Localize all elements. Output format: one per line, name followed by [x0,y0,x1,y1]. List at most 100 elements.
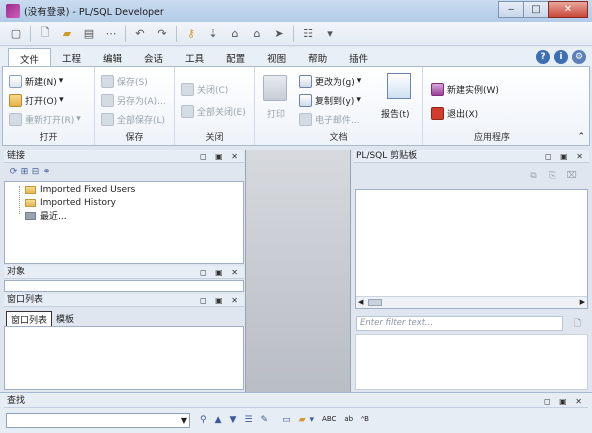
change-to-icon [299,74,312,88]
pane-controls[interactable]: ◻ ▣ ✕ [545,150,586,163]
save-all-icon [101,112,114,126]
highlight-icon[interactable]: ✎ [261,415,269,425]
tree-item[interactable]: Imported History [25,196,116,209]
tab-templates[interactable]: 模板 [52,311,78,327]
save-group-label: 保存 [125,133,144,143]
print-button[interactable]: 打印 [261,105,291,121]
copy-to-icon [299,93,312,107]
commit-icon[interactable]: ⌂ [249,26,265,42]
recent-icon [25,211,36,220]
tab-tools[interactable]: 工具 [174,48,215,67]
customize-toolbar-icon[interactable]: ▾ [322,26,338,42]
chevron-down-icon: ▼ [180,416,187,425]
pane-controls[interactable]: ◻ ▣ ✕ [544,395,585,408]
settings-icon[interactable]: ⚙ [572,50,586,64]
tab-view[interactable]: 视图 [256,48,297,67]
settings-sliders-icon[interactable]: ☷ [300,26,316,42]
reopen-button[interactable]: 重新打开(R) ▾ [9,111,81,127]
help-icon[interactable]: ? [536,50,550,64]
save-all-button[interactable]: 全部保存(L) [101,111,165,127]
clipboard-pane-title: PL/SQL 剪贴板 ◻ ▣ ✕ [353,150,589,163]
tab-file[interactable]: 文件 [8,48,52,67]
document-group-label: 文档 [329,133,348,143]
scope-dropdown-icon[interactable]: ▾ [310,415,315,425]
app-logo-icon [6,4,20,18]
whole-word-icon[interactable]: ab [344,415,353,425]
horizontal-scrollbar[interactable]: ◀ ▶ [356,296,587,308]
copy-icon[interactable]: ⧉ [528,170,539,181]
folder-icon [25,185,36,194]
close-doc-button[interactable]: 关闭(C) [181,81,228,97]
rollback-icon[interactable]: ➤ [271,26,287,42]
link-icon[interactable]: ⚭ [41,166,52,177]
match-case-icon[interactable]: ABC [322,415,336,425]
new-item-icon[interactable]: 🗋 [572,318,583,329]
close-button[interactable]: ✕ [548,1,588,18]
tab-help[interactable]: 帮助 [297,48,338,67]
connection-pane-title: 链接 ◻ ▣ ✕ [4,150,244,163]
paste-icon[interactable]: ⎘ [547,170,558,181]
new-button[interactable]: 新建(N) ▾ [9,73,63,89]
open-button[interactable]: 打开(O) ▾ [9,92,64,108]
find-all-icon[interactable]: ☰ [244,415,252,425]
find-bar: 查找 ◻ ▣ ✕ ▼ ⚲ ▲ ▼ ☰ ✎ ▭ ▰ ▾ ABC ab ᴬB [0,392,592,433]
binoculars-icon[interactable]: ⚲ [200,415,207,425]
close-all-button[interactable]: 全部关闭(E) [181,103,246,119]
maximize-button[interactable]: □ [523,1,549,18]
redo-icon[interactable]: ↷ [154,26,170,42]
objects-pane-title: 对象 ◻ ▣ ✕ [4,266,244,279]
expand-icon[interactable]: ⊞ [19,166,30,177]
find-text-select[interactable]: ▼ [6,413,190,428]
close-group: 关闭(C) 全部关闭(E) 关闭 [175,67,255,145]
exit-button[interactable]: 退出(X) [431,105,478,121]
find-bar-title: 查找 ◻ ▣ ✕ [4,395,588,408]
pane-controls[interactable]: ◻ ▣ ✕ [200,266,241,279]
clear-icon[interactable]: ⌧ [566,170,577,181]
window-scope-icon[interactable]: ▭ [282,415,291,425]
lock-icon[interactable]: ⌂ [227,26,243,42]
save-icon[interactable]: ▤ [81,26,97,42]
pane-controls[interactable]: ◻ ▣ ✕ [200,150,241,163]
change-to-button[interactable]: 更改为(g) ▾ [299,73,361,89]
tab-config[interactable]: 配置 [215,48,256,67]
run-icon[interactable]: ⇣ [205,26,221,42]
find-previous-icon[interactable]: ▲ [215,415,222,425]
save-dropdown-icon[interactable]: ⋯ [103,26,119,42]
open-group: 新建(N) ▾ 打开(O) ▾ 重新打开(R) ▾ 打开 [3,67,95,145]
report-button[interactable]: 报告(t) [381,105,410,121]
pane-controls[interactable]: ◻ ▣ ✕ [200,294,241,307]
clipboard-preview [355,334,588,390]
ribbon-panel: 新建(N) ▾ 打开(O) ▾ 重新打开(R) ▾ 打开 保存(S) 另存为(A)..… [2,66,590,146]
refresh-icon[interactable]: ⟳ [8,166,19,177]
folder-scope-icon[interactable]: ▰ [299,415,306,425]
new-file-icon[interactable]: 🗋 [37,26,53,42]
tab-edit[interactable]: 编辑 [92,48,133,67]
tab-plugins[interactable]: 插件 [338,48,379,67]
collapse-ribbon-icon[interactable]: ⌃ [577,132,585,142]
tab-window-list[interactable]: 窗口列表 [6,311,53,327]
find-next-icon[interactable]: ▼ [230,415,237,425]
tree-item[interactable]: Imported Fixed Users [25,183,135,196]
save-button[interactable]: 保存(S) [101,73,148,89]
key-icon[interactable]: ⚷ [183,26,199,42]
regex-icon[interactable]: ᴬB [361,415,369,425]
quick-access-toolbar: ▢ 🗋 ▰ ▤ ⋯ ↶ ↷ ⚷ ⇣ ⌂ ⌂ ➤ ☷ ▾ [0,22,592,46]
undo-icon[interactable]: ↶ [132,26,148,42]
report-icon [387,73,411,99]
connection-toolbar: ⟳ ⊞ ⊟ ⚭ [8,166,52,177]
new-instance-button[interactable]: 新建实例(W) [431,81,499,97]
collapse-icon[interactable]: ⊟ [30,166,41,177]
save-as-button[interactable]: 另存为(A)... [101,92,166,108]
info-icon[interactable]: i [554,50,568,64]
email-button[interactable]: 电子邮件... [299,111,360,127]
copy-to-button[interactable]: 复制到(y) ▾ [299,92,361,108]
minimize-button[interactable]: ‒ [498,1,524,18]
window-menu-icon[interactable]: ▢ [8,26,24,42]
tab-session[interactable]: 会话 [133,48,174,67]
tab-project[interactable]: 工程 [51,48,92,67]
open-file-icon[interactable]: ▰ [59,26,75,42]
printer-icon [263,75,287,101]
filter-input[interactable]: Enter filter text... [356,316,563,331]
tree-item[interactable]: 最近... [25,209,67,222]
connection-tree: Imported Fixed Users Imported History 最近… [4,181,244,264]
